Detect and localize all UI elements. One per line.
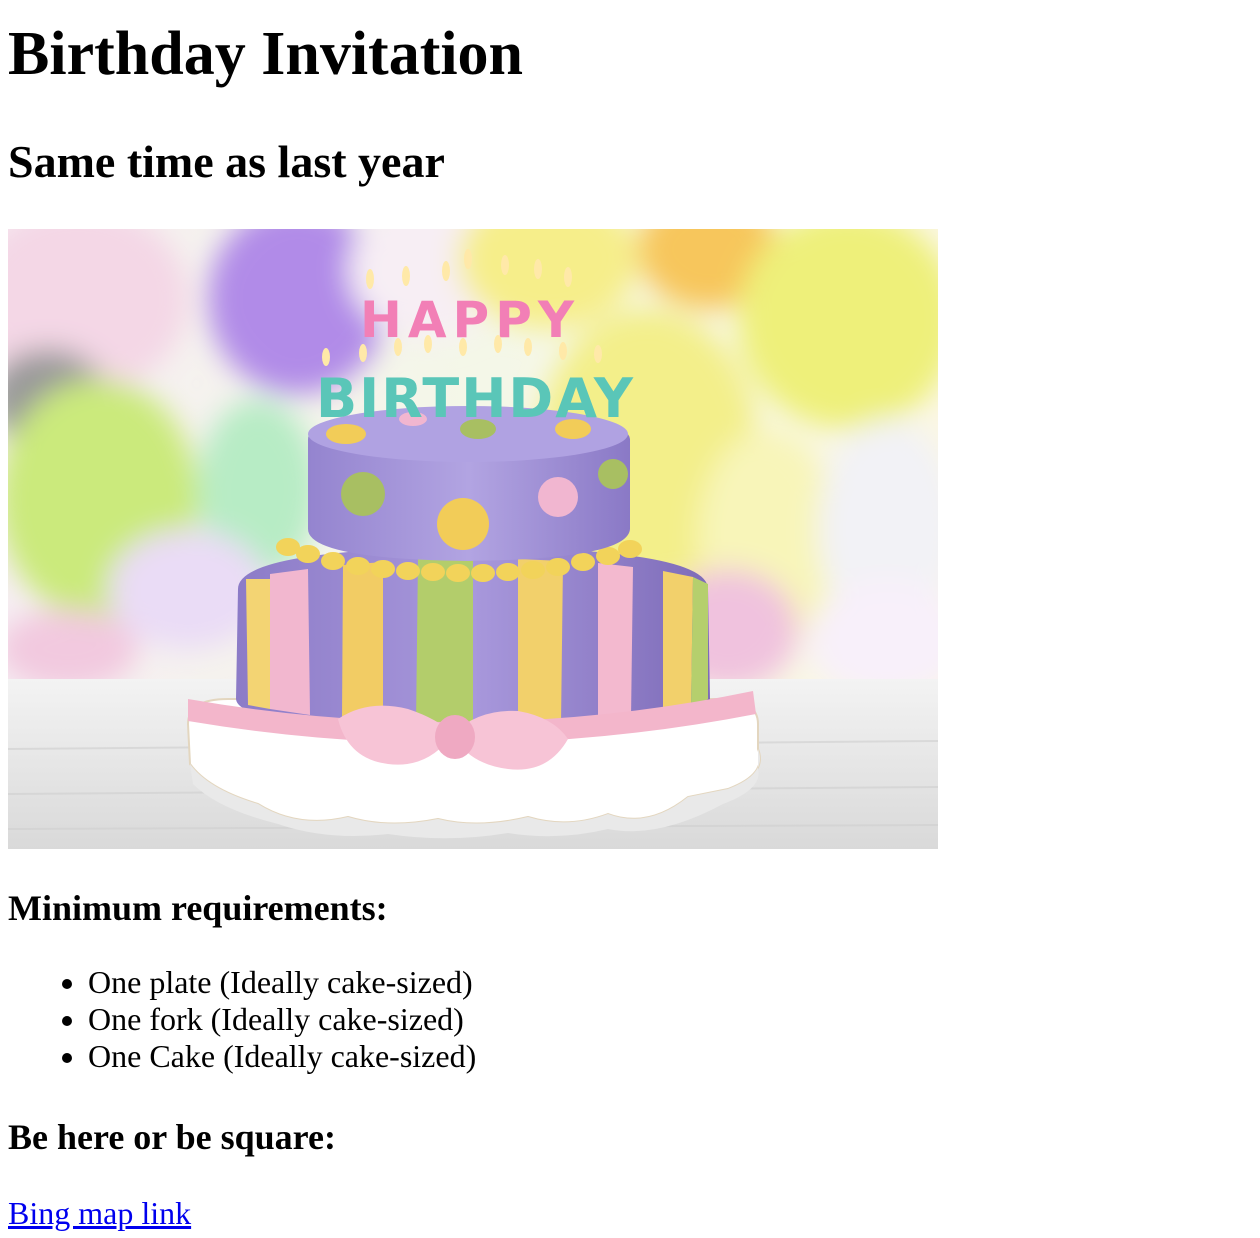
- list-item: One plate (Ideally cake-sized): [88, 964, 476, 1001]
- birthday-cake-image: HAPPY BIRTHDAY: [8, 229, 938, 849]
- list-item: One Cake (Ideally cake-sized): [88, 1038, 476, 1075]
- candle-text-happy: HAPPY: [360, 291, 580, 349]
- requirements-list: One plate (Ideally cake-sized) One fork …: [48, 964, 476, 1075]
- page-subtitle: Same time as last year: [8, 136, 445, 187]
- bing-map-link[interactable]: Bing map link: [8, 1191, 191, 1235]
- requirements-heading: Minimum requirements:: [8, 888, 388, 928]
- candle-text-birthday: BIRTHDAY: [316, 367, 635, 430]
- location-heading: Be here or be square:: [8, 1117, 336, 1157]
- list-item: One fork (Ideally cake-sized): [88, 1001, 476, 1038]
- page-title: Birthday Invitation: [8, 20, 524, 88]
